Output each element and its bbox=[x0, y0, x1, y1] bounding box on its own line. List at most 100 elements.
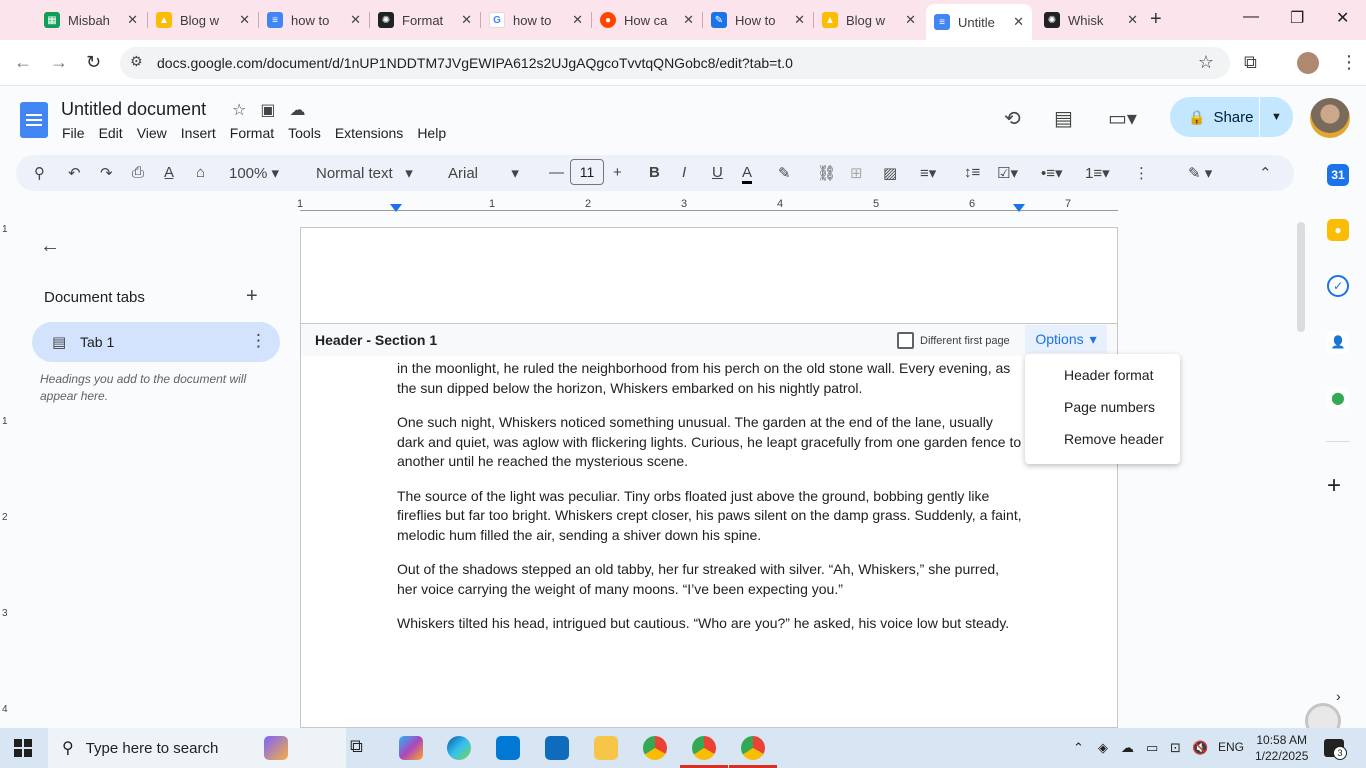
browser-tab[interactable]: ● How ca ✕ bbox=[592, 6, 702, 34]
highlight-icon[interactable]: ✎ bbox=[778, 164, 791, 182]
calendar-icon[interactable]: 31 bbox=[1327, 164, 1349, 186]
paragraph[interactable]: The source of the light was peculiar. Ti… bbox=[397, 487, 1022, 546]
close-icon[interactable]: ✕ bbox=[683, 12, 694, 28]
paragraph[interactable]: in the moonlight, he ruled the neighborh… bbox=[397, 359, 1022, 398]
print-icon[interactable]: ⎙ bbox=[132, 164, 144, 181]
close-icon[interactable]: ✕ bbox=[794, 12, 805, 28]
language-indicator[interactable]: ENG bbox=[1218, 740, 1244, 754]
wifi-icon[interactable]: ☁ bbox=[1121, 740, 1134, 756]
close-icon[interactable]: ✕ bbox=[1127, 12, 1138, 28]
add-tab-icon[interactable]: + bbox=[246, 285, 258, 308]
left-indent-marker[interactable] bbox=[390, 204, 402, 212]
star-icon[interactable]: ☆ bbox=[232, 100, 246, 120]
outlook-icon[interactable] bbox=[545, 736, 569, 760]
right-indent-marker[interactable] bbox=[1013, 204, 1025, 212]
browser-tab-active[interactable]: ≡ Untitle ✕ bbox=[926, 4, 1032, 40]
chrome-profile-icon[interactable] bbox=[692, 736, 716, 760]
hide-menus-icon[interactable]: ⌃ bbox=[1259, 164, 1272, 182]
back-icon[interactable]: ← bbox=[14, 52, 32, 73]
get-addons-icon[interactable]: + bbox=[1327, 472, 1341, 500]
tab-options-icon[interactable]: ⋮ bbox=[250, 331, 267, 351]
header-area[interactable] bbox=[301, 228, 1117, 324]
document-title[interactable]: Untitled document bbox=[61, 99, 206, 120]
close-icon[interactable]: ✕ bbox=[572, 12, 583, 28]
close-window-button[interactable]: ✕ bbox=[1336, 8, 1349, 28]
camera-icon[interactable]: ⊡ bbox=[1170, 740, 1181, 756]
reload-icon[interactable]: ↻ bbox=[86, 52, 101, 73]
contacts-icon[interactable]: 👤 bbox=[1327, 331, 1349, 353]
spellcheck-icon[interactable]: A̲ bbox=[164, 164, 174, 181]
paint-format-icon[interactable]: ⌂ bbox=[196, 164, 205, 181]
close-icon[interactable]: ✕ bbox=[905, 12, 916, 28]
browser-tab[interactable]: ▲ Blog w ✕ bbox=[814, 6, 924, 34]
browser-tab[interactable]: ✺ Format ✕ bbox=[370, 6, 480, 34]
browser-tab[interactable]: ▦ Misbah ✕ bbox=[36, 6, 146, 34]
share-button[interactable]: 🔒 Share ▼ bbox=[1170, 97, 1293, 137]
decrease-font-size-icon[interactable]: — bbox=[549, 164, 564, 181]
minimize-button[interactable]: — bbox=[1243, 8, 1259, 26]
undo-icon[interactable]: ↶ bbox=[68, 164, 81, 182]
close-icon[interactable]: ✕ bbox=[350, 12, 361, 28]
volume-muted-icon[interactable]: 🔇 bbox=[1192, 740, 1208, 756]
browser-tab[interactable]: ✎ How to ✕ bbox=[703, 6, 813, 34]
docs-logo-icon[interactable] bbox=[20, 102, 48, 138]
add-comment-icon[interactable]: ⊞ bbox=[850, 164, 863, 182]
browser-tab[interactable]: G how to ✕ bbox=[481, 6, 591, 34]
style-select[interactable]: Normal text ▾ bbox=[316, 164, 413, 182]
task-view-icon[interactable]: ⧉ bbox=[350, 736, 374, 760]
copilot-icon[interactable] bbox=[399, 736, 423, 760]
text-color-icon[interactable]: A bbox=[742, 164, 753, 184]
search-menus-icon[interactable]: ⚲ bbox=[34, 164, 45, 182]
menu-insert[interactable]: Insert bbox=[181, 125, 216, 141]
doc-tab-item[interactable]: ▤ Tab 1 ⋮ bbox=[32, 322, 280, 362]
link-icon[interactable]: ⛓ bbox=[817, 164, 836, 182]
menu-item-page-numbers[interactable]: Page numbers bbox=[1025, 396, 1180, 428]
increase-font-size-icon[interactable]: + bbox=[613, 164, 622, 181]
editing-mode-icon[interactable]: ✎ ▾ bbox=[1188, 164, 1212, 182]
file-explorer-icon[interactable] bbox=[594, 736, 618, 760]
maps-icon[interactable]: ⬤ bbox=[1327, 387, 1349, 409]
menu-item-remove-header[interactable]: Remove header bbox=[1025, 428, 1180, 460]
header-options-button[interactable]: Options ▾ bbox=[1025, 325, 1107, 353]
close-icon[interactable]: ✕ bbox=[461, 12, 472, 28]
numbered-list-icon[interactable]: 1≡▾ bbox=[1085, 164, 1110, 182]
chrome-active-icon[interactable] bbox=[741, 736, 765, 760]
align-icon[interactable]: ≡▾ bbox=[920, 164, 936, 182]
document-body[interactable]: in the moonlight, he ruled the neighborh… bbox=[397, 359, 1022, 649]
account-avatar[interactable] bbox=[1310, 98, 1350, 138]
paragraph[interactable]: Whiskers tilted his head, intrigued but … bbox=[397, 614, 1022, 634]
menu-extensions[interactable]: Extensions bbox=[335, 125, 403, 141]
browser-tab[interactable]: ▲ Blog w ✕ bbox=[148, 6, 258, 34]
meet-icon[interactable]: ▭▾ bbox=[1108, 106, 1137, 131]
bookmark-star-icon[interactable]: ☆ bbox=[1198, 52, 1214, 73]
close-icon[interactable]: ✕ bbox=[127, 12, 138, 28]
menu-edit[interactable]: Edit bbox=[99, 125, 123, 141]
battery-icon[interactable]: ▭ bbox=[1146, 740, 1158, 756]
paragraph[interactable]: Out of the shadows stepped an old tabby,… bbox=[397, 560, 1022, 599]
more-options-icon[interactable]: ⋮ bbox=[1134, 164, 1149, 182]
version-history-icon[interactable]: ⟲ bbox=[1004, 106, 1021, 131]
network-icon[interactable]: ◈ bbox=[1098, 740, 1108, 756]
taskbar-search[interactable]: ⚲ Type here to search bbox=[48, 728, 346, 768]
zoom-select[interactable]: 100% ▾ bbox=[229, 164, 279, 182]
browser-tab[interactable]: ≡ how to ✕ bbox=[259, 6, 369, 34]
comments-icon[interactable]: ▤ bbox=[1054, 106, 1073, 131]
taskbar-app-widget-icon[interactable] bbox=[264, 736, 288, 760]
close-icon[interactable]: ✕ bbox=[239, 12, 250, 28]
menu-view[interactable]: View bbox=[137, 125, 167, 141]
redo-icon[interactable]: ↷ bbox=[100, 164, 113, 182]
forward-icon[interactable]: → bbox=[50, 52, 68, 73]
menu-help[interactable]: Help bbox=[417, 125, 446, 141]
omnibox[interactable]: ⚙ docs.google.com/document/d/1nUP1NDDTM7… bbox=[120, 47, 1230, 79]
font-size-input[interactable]: 11 bbox=[570, 159, 604, 185]
menu-file[interactable]: File bbox=[62, 125, 85, 141]
different-first-page-toggle[interactable]: Different first page bbox=[897, 332, 1010, 349]
italic-icon[interactable]: I bbox=[682, 164, 686, 181]
extensions-icon[interactable]: ⧉ bbox=[1244, 52, 1257, 73]
cloud-saved-icon[interactable]: ☁ bbox=[289, 100, 305, 120]
tasks-icon[interactable]: ✓ bbox=[1327, 275, 1349, 297]
new-tab-button[interactable]: + bbox=[1150, 8, 1162, 31]
profile-avatar[interactable] bbox=[1297, 52, 1319, 74]
bulleted-list-icon[interactable]: •≡▾ bbox=[1041, 164, 1063, 182]
system-clock[interactable]: 10:58 AM 1/22/2025 bbox=[1255, 732, 1308, 764]
